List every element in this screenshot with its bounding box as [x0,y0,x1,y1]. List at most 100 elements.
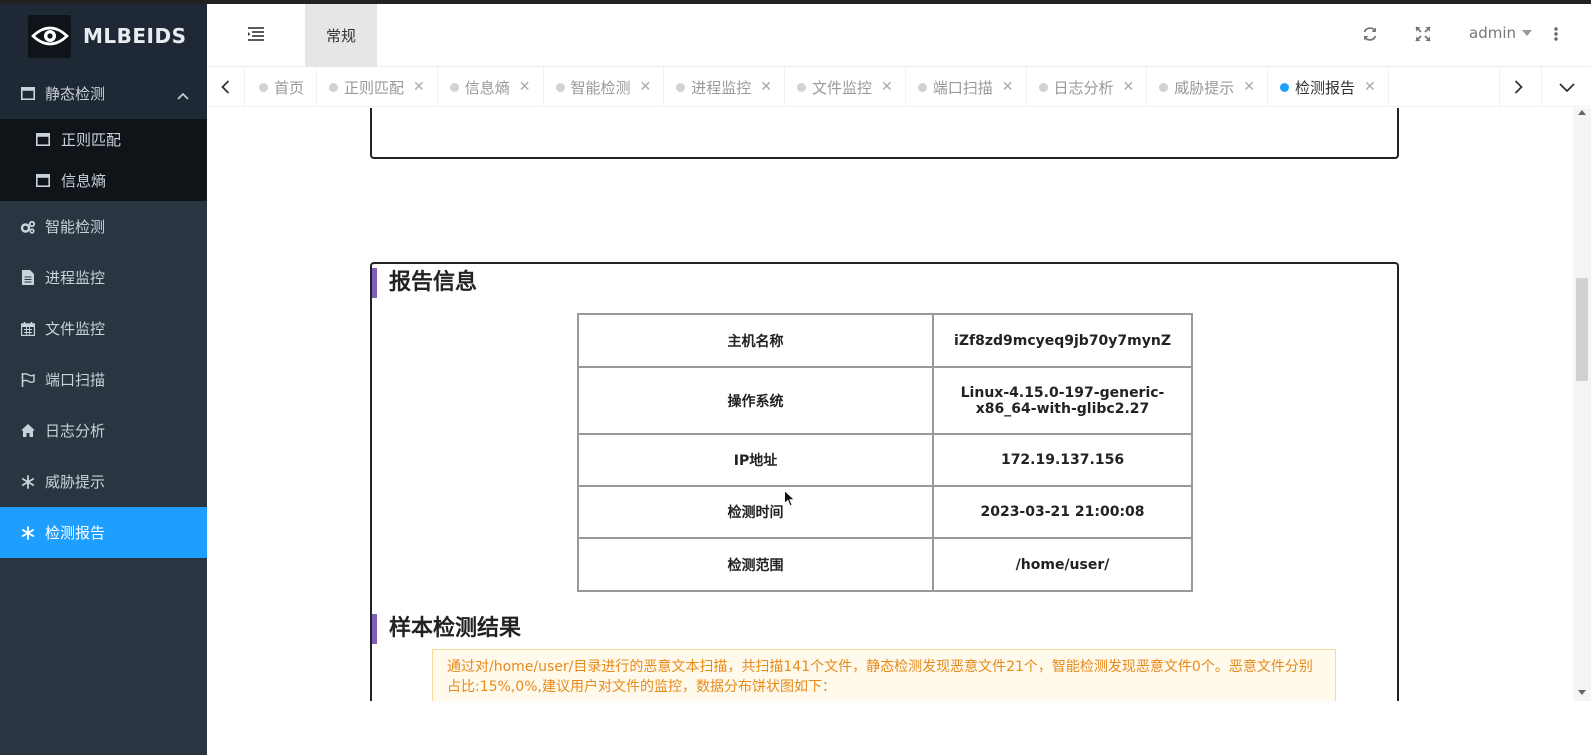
sidebar-item-label: 信息熵 [61,172,107,190]
scrollbar-thumb[interactable] [1576,278,1588,381]
table-row: 操作系统 Linux-4.15.0-197-generic-x86_64-wit… [576,366,1193,435]
scroll-up-arrow-icon[interactable] [1578,110,1586,115]
tab-label: 端口扫描 [932,78,993,97]
brand-name: MLBEIDS [83,24,187,48]
tab-label: 日志分析 [1053,78,1114,97]
menu-toggle-icon[interactable] [247,26,267,46]
tab-1[interactable]: 正则匹配 ✕ [317,67,438,107]
chevron-up-icon [177,86,189,104]
snowflake-icon [20,474,36,490]
close-icon[interactable]: ✕ [1364,79,1376,95]
sidebar-item-label: 静态检测 [45,85,106,103]
sidebar-item-smart-detection[interactable]: 智能检测 [0,201,207,252]
top-header: 常规 admin [207,4,1591,67]
tab-dot-icon [259,82,268,92]
tab-7[interactable]: 日志分析 ✕ [1027,67,1148,107]
tab-0[interactable]: 首页 [247,67,318,107]
submenu-static-detection: 正则匹配 信息熵 [0,119,207,201]
table-row: 检测范围 /home/user/ [576,537,1193,592]
gears-icon [20,219,36,235]
snowflake-icon [20,525,36,541]
tab-general[interactable]: 常规 [305,4,377,67]
tab-4[interactable]: 进程监控 ✕ [664,67,786,107]
close-icon[interactable]: ✕ [760,79,772,95]
tab-8[interactable]: 威胁提示 ✕ [1147,67,1269,107]
table-key: IP地址 [576,433,935,487]
sidebar-item-detection-report[interactable]: 检测报告 [0,507,207,558]
close-icon[interactable]: ✕ [1243,79,1255,95]
home-icon [20,423,36,439]
tab-5[interactable]: 文件监控 ✕ [785,67,906,107]
summary-note: 通过对/home/user/目录进行的恶意文本扫描，共扫描141个文件，静态检测… [432,649,1336,701]
content-scrollbar[interactable] [1573,108,1591,701]
flag-icon [20,372,36,388]
tab-menu-chevron-down-icon[interactable] [1541,67,1591,107]
sidebar-item-entropy[interactable]: 信息熵 [0,160,207,201]
tab-dot-icon [1038,82,1048,92]
tab-label: 进程监控 [691,78,752,97]
table-value: Linux-4.15.0-197-generic-x86_64-with-gli… [932,366,1193,435]
close-icon[interactable]: ✕ [519,79,531,95]
tab-dot-icon [676,82,686,92]
caret-down-icon [1522,30,1532,36]
sidebar-item-label: 正则匹配 [61,131,122,149]
tab-3[interactable]: 智能检测 ✕ [544,67,665,107]
window-icon [20,86,36,102]
sidebar-item-label: 进程监控 [45,269,106,287]
sidebar-menu: 静态检测 正则匹配 信息熵 智能检测 进程监控 文件监控 端口扫描 日志分析 威… [0,68,207,558]
sidebar-item-log-analysis[interactable]: 日志分析 [0,405,207,456]
report-info-box: 报告信息 主机名称 iZf8zd9mcyeq9jb70y7mynZ 操作系统 L… [370,262,1399,701]
more-vertical-icon[interactable] [1553,26,1559,44]
eye-logo-icon [28,14,71,58]
fullscreen-icon[interactable] [1415,26,1433,44]
sidebar-item-label: 检测报告 [45,524,106,542]
tab-dot-icon [1280,82,1290,92]
close-icon[interactable]: ✕ [640,79,652,95]
sidebar-item-threat-alert[interactable]: 威胁提示 [0,456,207,507]
user-menu[interactable]: admin [1469,24,1532,42]
sidebar-item-port-scan[interactable]: 端口扫描 [0,354,207,405]
calendar-icon [20,321,36,337]
close-icon[interactable]: ✕ [881,79,893,95]
tab-label: 文件监控 [812,78,873,97]
sidebar-item-label: 文件监控 [45,320,106,338]
brand[interactable]: MLBEIDS [0,4,207,68]
refresh-icon[interactable] [1362,26,1380,44]
footer-space [207,701,1591,755]
close-icon[interactable]: ✕ [1002,79,1014,95]
tab-list: 首页 正则匹配 ✕ 信息熵 ✕ 智能检测 ✕ 进程监控 ✕ 文件监控 ✕ 端口扫描 ✕ 日志分析 ✕ 威胁提示… [247,67,1389,107]
sidebar: MLBEIDS 静态检测 正则匹配 信息熵 智能检测 进程监控 文件监控 端口扫… [0,4,207,755]
table-row: 主机名称 iZf8zd9mcyeq9jb70y7mynZ [576,313,1193,368]
table-value: 172.19.137.156 [932,433,1193,487]
close-icon[interactable]: ✕ [413,79,425,95]
tab-9[interactable]: 检测报告 ✕ [1268,67,1389,107]
tab-2[interactable]: 信息熵 ✕ [438,67,544,107]
tab-bar: 首页 正则匹配 ✕ 信息熵 ✕ 智能检测 ✕ 进程监控 ✕ 文件监控 ✕ 端口扫描 ✕ 日志分析 ✕ 威胁提示… [207,67,1591,107]
tab-scroll-left-icon[interactable] [207,67,245,107]
tab-6[interactable]: 端口扫描 ✕ [906,67,1027,107]
previous-section-box [370,108,1399,159]
report-content: 报告信息 主机名称 iZf8zd9mcyeq9jb70y7mynZ 操作系统 L… [207,108,1573,701]
tab-label: 检测报告 [1295,78,1356,97]
table-key: 检测时间 [576,485,935,539]
table-key: 主机名称 [576,313,935,368]
tab-dot-icon [329,82,339,92]
sidebar-item-label: 端口扫描 [45,371,106,389]
table-value: iZf8zd9mcyeq9jb70y7mynZ [932,313,1193,368]
user-name: admin [1469,24,1516,42]
sidebar-item-regex-match[interactable]: 正则匹配 [0,119,207,160]
tab-label: 智能检测 [570,78,631,97]
table-row: IP地址 172.19.137.156 [576,433,1193,487]
close-icon[interactable]: ✕ [1123,79,1135,95]
sidebar-item-static-detection[interactable]: 静态检测 [0,68,207,119]
scroll-down-arrow-icon[interactable] [1578,690,1586,695]
file-icon [20,270,36,286]
tab-label: 信息熵 [464,78,510,97]
sidebar-item-process-monitor[interactable]: 进程监控 [0,252,207,303]
window-icon [36,173,52,189]
table-row: 检测时间 2023-03-21 21:00:08 [576,485,1193,539]
tab-scroll-right-icon[interactable] [1499,67,1537,107]
table-key: 操作系统 [576,366,935,435]
tab-label: 首页 [274,78,305,97]
sidebar-item-file-monitor[interactable]: 文件监控 [0,303,207,354]
